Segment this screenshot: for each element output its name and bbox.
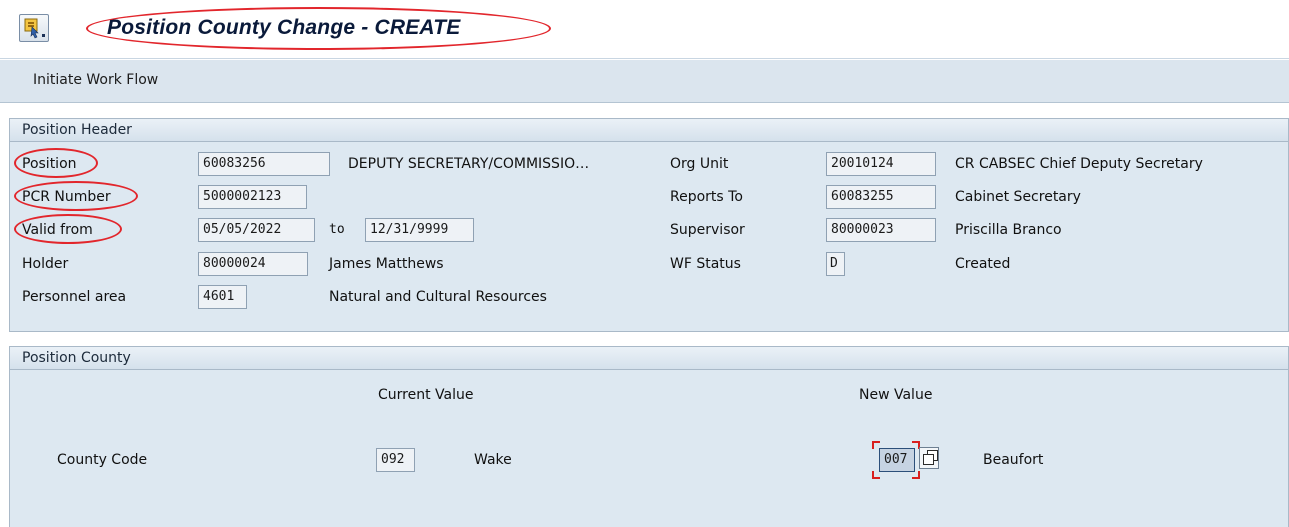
personnel-area-name: Natural and Cultural Resources [329,289,547,305]
valid-to-field[interactable]: 12/31/9999 [365,218,474,242]
org-unit-label: Org Unit [670,156,729,172]
position-header-title: Position Header [10,119,1288,142]
wf-status-label: WF Status [670,256,741,272]
wf-status-field[interactable]: D [826,252,845,276]
position-county-title: Position County [10,347,1288,370]
supervisor-name: Priscilla Branco [955,222,1062,238]
reports-to-field[interactable]: 60083255 [826,185,936,209]
holder-name: James Matthews [329,256,444,272]
supervisor-label: Supervisor [670,222,745,238]
initiate-work-flow-button[interactable]: Initiate Work Flow [33,72,158,88]
holder-label: Holder [22,256,69,272]
org-unit-name: CR CABSEC Chief Deputy Secretary [955,156,1203,172]
focus-corner-br [912,471,920,479]
personnel-area-label: Personnel area [22,289,127,305]
reports-to-name: Cabinet Secretary [955,189,1081,205]
reports-to-label: Reports To [670,189,743,205]
page-title: Position County Change - CREATE [107,16,461,39]
current-county-name: Wake [474,452,512,468]
org-unit-field[interactable]: 20010124 [826,152,936,176]
position-county-group: Position County [9,346,1289,527]
sap-menu-icon[interactable] [19,14,49,42]
pcr-number-field[interactable]: 5000002123 [198,185,307,209]
valid-from-label: Valid from [22,222,93,238]
current-value-header: Current Value [378,387,474,403]
position-field[interactable]: 60083256 [198,152,330,176]
title-divider [0,58,1289,59]
focus-corner-bl [872,471,880,479]
value-help-icon[interactable] [919,447,939,469]
application-toolbar: Initiate Work Flow [0,60,1289,103]
position-label: Position [22,156,77,172]
current-county-code-field[interactable]: 092 [376,448,415,472]
valid-from-field[interactable]: 05/05/2022 [198,218,315,242]
holder-field[interactable]: 80000024 [198,252,308,276]
new-county-name: Beaufort [983,452,1044,468]
focus-corner-tl [872,441,880,449]
position-description: DEPUTY SECRETARY/COMMISSIO… [348,156,590,172]
pcr-number-label: PCR Number [22,189,111,205]
wf-status-text: Created [955,256,1011,272]
county-code-label: County Code [57,452,148,468]
title-bar: Position County Change - CREATE [0,0,1289,62]
new-county-code-field[interactable]: 007 [879,448,915,472]
supervisor-field[interactable]: 80000023 [826,218,936,242]
new-value-header: New Value [859,387,933,403]
valid-to-label: to [329,222,345,237]
personnel-area-field[interactable]: 4601 [198,285,247,309]
